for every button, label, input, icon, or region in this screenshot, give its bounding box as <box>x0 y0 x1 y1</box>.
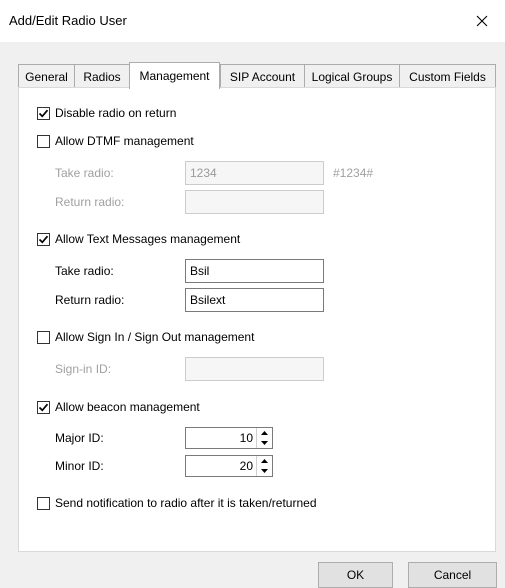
allow-text-messages-management-checkbox[interactable]: Allow Text Messages management <box>37 232 240 246</box>
disable-radio-on-return-checkbox[interactable]: Disable radio on return <box>37 106 176 120</box>
checkbox-label: Allow Sign In / Sign Out management <box>55 330 255 344</box>
dtmf-return-radio-input[interactable] <box>185 190 324 214</box>
title-bar: Add/Edit Radio User <box>0 0 505 42</box>
checkbox-box <box>37 106 50 120</box>
dtmf-take-radio-label: Take radio: <box>55 166 114 180</box>
checkbox-box <box>37 330 50 344</box>
tab-sip-account[interactable]: SIP Account <box>220 64 305 88</box>
checkbox-label: Allow Text Messages management <box>55 232 241 246</box>
checkbox-label: Allow beacon management <box>55 400 200 414</box>
close-icon <box>476 15 488 27</box>
major-id-spin-buttons[interactable] <box>256 428 272 448</box>
send-notification-checkbox[interactable]: Send notification to radio after it is t… <box>37 496 317 510</box>
major-id-stepper[interactable]: 10 <box>185 427 273 449</box>
ok-button[interactable]: OK <box>318 562 393 588</box>
dtmf-take-radio-value: 1234 <box>190 166 217 180</box>
major-id-label: Major ID: <box>55 431 104 445</box>
minor-id-stepper[interactable]: 20 <box>185 455 273 477</box>
allow-beacon-management-checkbox[interactable]: Allow beacon management <box>37 400 200 414</box>
checkbox-box <box>37 496 50 510</box>
checkmark-icon <box>38 109 49 118</box>
checkbox-box <box>37 134 50 148</box>
spin-down-icon[interactable] <box>257 466 272 476</box>
minor-id-label: Minor ID: <box>55 459 104 473</box>
checkbox-label: Send notification to radio after it is t… <box>55 496 317 510</box>
text-take-radio-label: Take radio: <box>55 264 114 278</box>
dtmf-take-radio-hint: #1234# <box>333 166 374 180</box>
text-return-radio-label: Return radio: <box>55 293 125 307</box>
text-return-radio-value: Bsilext <box>190 293 226 307</box>
tab-general[interactable]: General <box>18 64 75 88</box>
tab-custom-fields[interactable]: Custom Fields <box>399 64 496 88</box>
sign-in-id-input[interactable] <box>185 357 324 381</box>
cancel-button[interactable]: Cancel <box>408 562 497 588</box>
checkmark-icon <box>38 403 49 412</box>
checkbox-label: Disable radio on return <box>55 106 177 120</box>
dtmf-take-radio-input[interactable]: 1234 <box>185 161 324 185</box>
checkmark-icon <box>38 235 49 244</box>
tab-strip: General Radios Management SIP Account Lo… <box>18 62 505 89</box>
checkbox-box <box>37 400 50 414</box>
checkbox-box <box>37 232 50 246</box>
dtmf-return-radio-label: Return radio: <box>55 195 125 209</box>
allow-sign-in-out-management-checkbox[interactable]: Allow Sign In / Sign Out management <box>37 330 254 344</box>
tab-radios[interactable]: Radios <box>74 64 130 88</box>
major-id-value: 10 <box>239 431 253 445</box>
checkbox-label: Allow DTMF management <box>55 134 194 148</box>
minor-id-value: 20 <box>239 459 253 473</box>
tab-logical-groups[interactable]: Logical Groups <box>304 64 400 88</box>
text-return-radio-input[interactable]: Bsilext <box>185 288 324 312</box>
spin-up-icon[interactable] <box>257 428 272 438</box>
text-take-radio-value: Bsil <box>190 264 210 278</box>
management-panel: Disable radio on return Allow DTMF manag… <box>18 87 496 552</box>
sign-in-id-label: Sign-in ID: <box>55 362 112 376</box>
close-button[interactable] <box>459 0 505 42</box>
spin-up-icon[interactable] <box>257 456 272 466</box>
allow-dtmf-management-checkbox[interactable]: Allow DTMF management <box>37 134 194 148</box>
spin-down-icon[interactable] <box>257 438 272 448</box>
minor-id-spin-buttons[interactable] <box>256 456 272 476</box>
tab-management[interactable]: Management <box>129 62 220 89</box>
text-take-radio-input[interactable]: Bsil <box>185 259 324 283</box>
window-title: Add/Edit Radio User <box>9 13 127 28</box>
